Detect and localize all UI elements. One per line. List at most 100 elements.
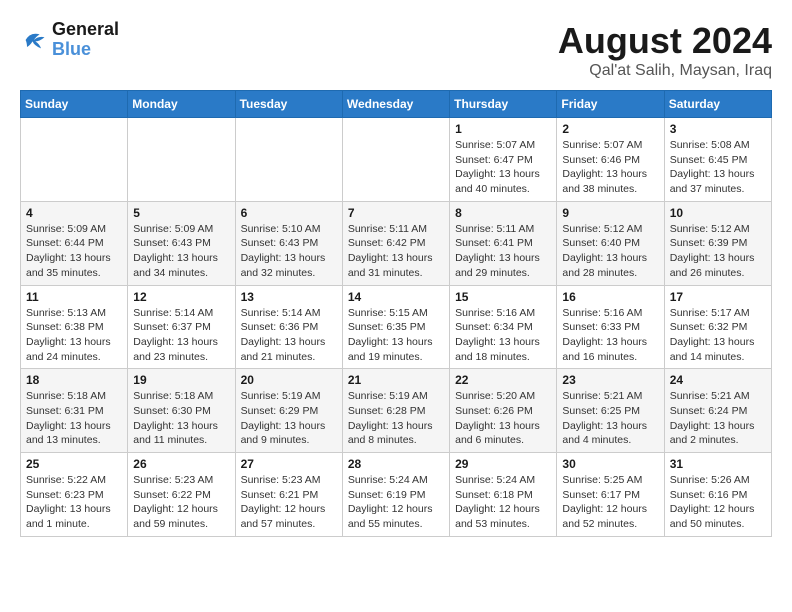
day-number: 7: [348, 206, 444, 220]
day-number: 13: [241, 290, 337, 304]
calendar-week-row: 25 Sunrise: 5:22 AMSunset: 6:23 PMDayligh…: [21, 453, 772, 537]
day-info: Sunrise: 5:12 AMSunset: 6:40 PMDaylight:…: [562, 222, 658, 281]
day-info: Sunrise: 5:07 AMSunset: 6:46 PMDaylight:…: [562, 138, 658, 197]
calendar-cell: 29 Sunrise: 5:24 AMSunset: 6:18 PMDayligh…: [450, 453, 557, 537]
day-number: 12: [133, 290, 229, 304]
day-info: Sunrise: 5:16 AMSunset: 6:34 PMDaylight:…: [455, 306, 551, 365]
day-info: Sunrise: 5:25 AMSunset: 6:17 PMDaylight:…: [562, 473, 658, 532]
calendar-cell: [235, 118, 342, 202]
calendar-cell: 15 Sunrise: 5:16 AMSunset: 6:34 PMDayligh…: [450, 285, 557, 369]
calendar-cell: 27 Sunrise: 5:23 AMSunset: 6:21 PMDayligh…: [235, 453, 342, 537]
calendar-cell: 18 Sunrise: 5:18 AMSunset: 6:31 PMDayligh…: [21, 369, 128, 453]
day-number: 21: [348, 373, 444, 387]
page-subtitle: Qal'at Salih, Maysan, Iraq: [558, 62, 772, 80]
calendar-cell: 20 Sunrise: 5:19 AMSunset: 6:29 PMDayligh…: [235, 369, 342, 453]
day-of-week-header: Saturday: [664, 91, 771, 118]
day-info: Sunrise: 5:21 AMSunset: 6:24 PMDaylight:…: [670, 389, 766, 448]
calendar-cell: 1Sunrise: 5:07 AMSunset: 6:47 PMDaylight…: [450, 118, 557, 202]
day-info: Sunrise: 5:16 AMSunset: 6:33 PMDaylight:…: [562, 306, 658, 365]
day-number: 6: [241, 206, 337, 220]
calendar-week-row: 18 Sunrise: 5:18 AMSunset: 6:31 PMDayligh…: [21, 369, 772, 453]
day-number: 24: [670, 373, 766, 387]
day-info: Sunrise: 5:17 AMSunset: 6:32 PMDaylight:…: [670, 306, 766, 365]
day-number: 28: [348, 457, 444, 471]
calendar-cell: 2 Sunrise: 5:07 AMSunset: 6:46 PMDaylight…: [557, 118, 664, 202]
calendar-cell: 6 Sunrise: 5:10 AMSunset: 6:43 PMDaylight…: [235, 201, 342, 285]
calendar-cell: 3 Sunrise: 5:08 AMSunset: 6:45 PMDaylight…: [664, 118, 771, 202]
calendar-cell: 10Sunrise: 5:12 AMSunset: 6:39 PMDayligh…: [664, 201, 771, 285]
day-number: 9: [562, 206, 658, 220]
day-number: 17: [670, 290, 766, 304]
day-info: Sunrise: 5:10 AMSunset: 6:43 PMDaylight:…: [241, 222, 337, 281]
day-number: 25: [26, 457, 122, 471]
day-of-week-header: Tuesday: [235, 91, 342, 118]
calendar-cell: 7 Sunrise: 5:11 AMSunset: 6:42 PMDaylight…: [342, 201, 449, 285]
day-info: Sunrise: 5:11 AMSunset: 6:42 PMDaylight:…: [348, 222, 444, 281]
day-info: Sunrise: 5:07 AMSunset: 6:47 PMDaylight:…: [455, 138, 551, 197]
day-number: 27: [241, 457, 337, 471]
logo-text: GeneralBlue: [52, 20, 119, 60]
day-info: Sunrise: 5:22 AMSunset: 6:23 PMDaylight:…: [26, 473, 122, 532]
calendar-cell: 25 Sunrise: 5:22 AMSunset: 6:23 PMDayligh…: [21, 453, 128, 537]
calendar-cell: 22 Sunrise: 5:20 AMSunset: 6:26 PMDayligh…: [450, 369, 557, 453]
day-info: Sunrise: 5:24 AMSunset: 6:19 PMDaylight:…: [348, 473, 444, 532]
calendar-cell: 26Sunrise: 5:23 AMSunset: 6:22 PMDayligh…: [128, 453, 235, 537]
page-title: August 2024: [558, 20, 772, 62]
day-number: 11: [26, 290, 122, 304]
day-of-week-header: Sunday: [21, 91, 128, 118]
day-info: Sunrise: 5:18 AMSunset: 6:31 PMDaylight:…: [26, 389, 122, 448]
day-info: Sunrise: 5:09 AMSunset: 6:43 PMDaylight:…: [133, 222, 229, 281]
day-info: Sunrise: 5:13 AMSunset: 6:38 PMDaylight:…: [26, 306, 122, 365]
day-number: 5: [133, 206, 229, 220]
calendar-cell: 31 Sunrise: 5:26 AMSunset: 6:16 PMDayligh…: [664, 453, 771, 537]
day-number: 18: [26, 373, 122, 387]
day-info: Sunrise: 5:26 AMSunset: 6:16 PMDaylight:…: [670, 473, 766, 532]
calendar-cell: 14Sunrise: 5:15 AMSunset: 6:35 PMDayligh…: [342, 285, 449, 369]
calendar-cell: 12Sunrise: 5:14 AMSunset: 6:37 PMDayligh…: [128, 285, 235, 369]
day-number: 19: [133, 373, 229, 387]
day-info: Sunrise: 5:23 AMSunset: 6:21 PMDaylight:…: [241, 473, 337, 532]
day-of-week-header: Thursday: [450, 91, 557, 118]
calendar-cell: [342, 118, 449, 202]
logo-bird-icon: [20, 26, 48, 54]
day-number: 29: [455, 457, 551, 471]
day-number: 23: [562, 373, 658, 387]
calendar-cell: 8Sunrise: 5:11 AMSunset: 6:41 PMDaylight…: [450, 201, 557, 285]
day-info: Sunrise: 5:23 AMSunset: 6:22 PMDaylight:…: [133, 473, 229, 532]
calendar-cell: 4 Sunrise: 5:09 AMSunset: 6:44 PMDaylight…: [21, 201, 128, 285]
calendar-cell: [21, 118, 128, 202]
logo: GeneralBlue: [20, 20, 119, 60]
calendar-week-row: 11 Sunrise: 5:13 AMSunset: 6:38 PMDayligh…: [21, 285, 772, 369]
calendar-cell: 11 Sunrise: 5:13 AMSunset: 6:38 PMDayligh…: [21, 285, 128, 369]
calendar-cell: 13Sunrise: 5:14 AMSunset: 6:36 PMDayligh…: [235, 285, 342, 369]
day-number: 2: [562, 122, 658, 136]
day-number: 15: [455, 290, 551, 304]
day-info: Sunrise: 5:19 AMSunset: 6:29 PMDaylight:…: [241, 389, 337, 448]
calendar-cell: 28 Sunrise: 5:24 AMSunset: 6:19 PMDayligh…: [342, 453, 449, 537]
day-info: Sunrise: 5:18 AMSunset: 6:30 PMDaylight:…: [133, 389, 229, 448]
day-info: Sunrise: 5:08 AMSunset: 6:45 PMDaylight:…: [670, 138, 766, 197]
day-info: Sunrise: 5:20 AMSunset: 6:26 PMDaylight:…: [455, 389, 551, 448]
day-info: Sunrise: 5:09 AMSunset: 6:44 PMDaylight:…: [26, 222, 122, 281]
day-info: Sunrise: 5:21 AMSunset: 6:25 PMDaylight:…: [562, 389, 658, 448]
day-number: 30: [562, 457, 658, 471]
day-number: 3: [670, 122, 766, 136]
day-number: 4: [26, 206, 122, 220]
day-number: 20: [241, 373, 337, 387]
calendar-cell: [128, 118, 235, 202]
day-of-week-header: Monday: [128, 91, 235, 118]
day-number: 31: [670, 457, 766, 471]
calendar-cell: 17 Sunrise: 5:17 AMSunset: 6:32 PMDayligh…: [664, 285, 771, 369]
calendar-week-row: 1Sunrise: 5:07 AMSunset: 6:47 PMDaylight…: [21, 118, 772, 202]
day-number: 16: [562, 290, 658, 304]
page-header: GeneralBlue August 2024 Qal'at Salih, Ma…: [20, 20, 772, 80]
calendar-cell: 16 Sunrise: 5:16 AMSunset: 6:33 PMDayligh…: [557, 285, 664, 369]
day-info: Sunrise: 5:12 AMSunset: 6:39 PMDaylight:…: [670, 222, 766, 281]
calendar-cell: 21 Sunrise: 5:19 AMSunset: 6:28 PMDayligh…: [342, 369, 449, 453]
day-info: Sunrise: 5:19 AMSunset: 6:28 PMDaylight:…: [348, 389, 444, 448]
day-info: Sunrise: 5:24 AMSunset: 6:18 PMDaylight:…: [455, 473, 551, 532]
calendar-cell: 19 Sunrise: 5:18 AMSunset: 6:30 PMDayligh…: [128, 369, 235, 453]
day-number: 14: [348, 290, 444, 304]
day-number: 22: [455, 373, 551, 387]
calendar-week-row: 4 Sunrise: 5:09 AMSunset: 6:44 PMDaylight…: [21, 201, 772, 285]
